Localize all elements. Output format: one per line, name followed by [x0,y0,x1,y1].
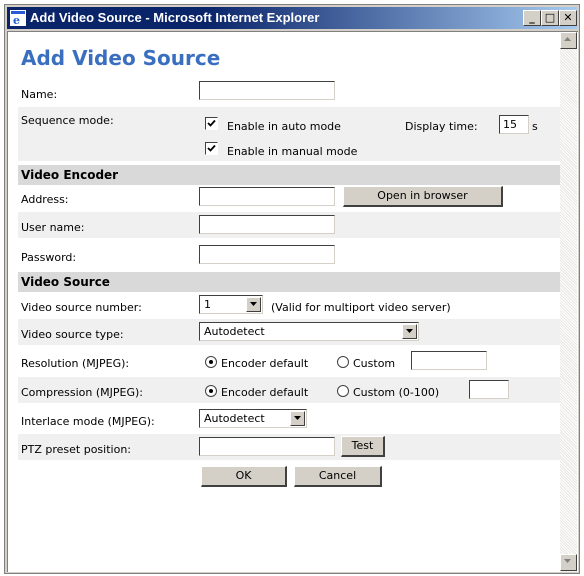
scroll-up-button[interactable] [560,32,577,49]
source-type-value: Autodetect [204,325,265,338]
interlace-value: Autodetect [204,412,265,425]
source-number-label: Video source number: [21,301,142,314]
checkmark-icon [207,119,216,127]
title-bar[interactable]: e Add Video Source - Microsoft Internet … [7,7,577,29]
display-time-label: Display time: [405,120,478,133]
username-field[interactable] [199,215,335,234]
window-title: Add Video Source - Microsoft Internet Ex… [30,10,320,25]
page-content: Add Video Source Name: Sequence mode: En… [8,32,560,572]
close-icon: ✕ [563,11,573,24]
auto-mode-checkbox[interactable] [205,117,218,130]
scroll-down-button[interactable] [560,554,577,571]
ptz-field[interactable] [199,437,335,456]
source-number-value: 1 [204,298,211,311]
resolution-default-label: Encoder default [221,357,309,370]
video-source-section: Video Source [18,272,560,292]
resolution-label: Resolution (MJPEG): [21,357,130,370]
resolution-custom-label: Custom [353,357,396,370]
client-area: Add Video Source Name: Sequence mode: En… [7,31,578,572]
display-time-unit: s [532,120,538,133]
ptz-label: PTZ preset position: [21,443,131,456]
test-button[interactable]: Test [341,436,385,457]
ok-button[interactable]: OK [201,466,287,487]
dropdown-arrow-icon[interactable] [290,411,305,426]
username-label: User name: [21,221,85,234]
manual-mode-label: Enable in manual mode [227,145,358,158]
maximize-icon: □ [544,11,556,24]
up-arrow-icon [564,37,571,41]
name-field[interactable] [199,81,335,100]
source-type-select[interactable]: Autodetect [199,322,419,341]
compression-default-radio[interactable] [205,385,217,397]
address-field[interactable] [199,187,335,206]
source-number-note: (Valid for multiport video server) [271,301,451,314]
compression-default-label: Encoder default [221,386,309,399]
compression-custom-radio[interactable] [337,385,349,397]
password-label: Password: [21,251,77,264]
svg-text:e: e [13,14,20,26]
compression-label: Compression (MJPEG): [21,386,144,399]
source-number-select[interactable]: 1 [199,295,263,314]
dropdown-arrow-icon[interactable] [402,324,417,339]
cancel-button[interactable]: Cancel [294,466,382,487]
page-title: Add Video Source [21,46,221,70]
address-label: Address: [21,193,69,206]
name-label: Name: [21,88,58,101]
resolution-custom-field[interactable] [411,351,487,370]
resolution-custom-radio[interactable] [337,356,349,368]
compression-custom-field[interactable] [469,380,509,399]
password-field[interactable] [199,245,335,264]
interlace-select[interactable]: Autodetect [199,409,307,428]
video-source-heading: Video Source [21,275,110,289]
video-encoder-section: Video Encoder [18,165,560,185]
video-encoder-heading: Video Encoder [21,168,119,182]
internet-explorer-icon: e [10,10,26,26]
interlace-label: Interlace mode (MJPEG): [21,415,155,428]
vertical-scrollbar[interactable] [560,32,577,572]
display-time-field[interactable] [499,115,529,134]
close-button[interactable]: ✕ [559,10,577,26]
minimize-button[interactable]: _ [523,10,541,26]
dropdown-arrow-icon[interactable] [246,297,261,312]
open-in-browser-button[interactable]: Open in browser [343,186,503,207]
checkmark-icon [207,144,216,152]
source-type-label: Video source type: [21,328,124,341]
maximize-button[interactable]: □ [541,10,559,26]
resolution-default-radio[interactable] [205,356,217,368]
auto-mode-label: Enable in auto mode [227,120,341,133]
sequence-mode-label: Sequence mode: [21,114,114,127]
browser-window: e Add Video Source - Microsoft Internet … [4,4,580,574]
down-arrow-icon [564,559,571,563]
manual-mode-checkbox[interactable] [205,142,218,155]
compression-custom-label: Custom (0-100) [353,386,440,399]
minimize-icon: _ [529,11,535,24]
